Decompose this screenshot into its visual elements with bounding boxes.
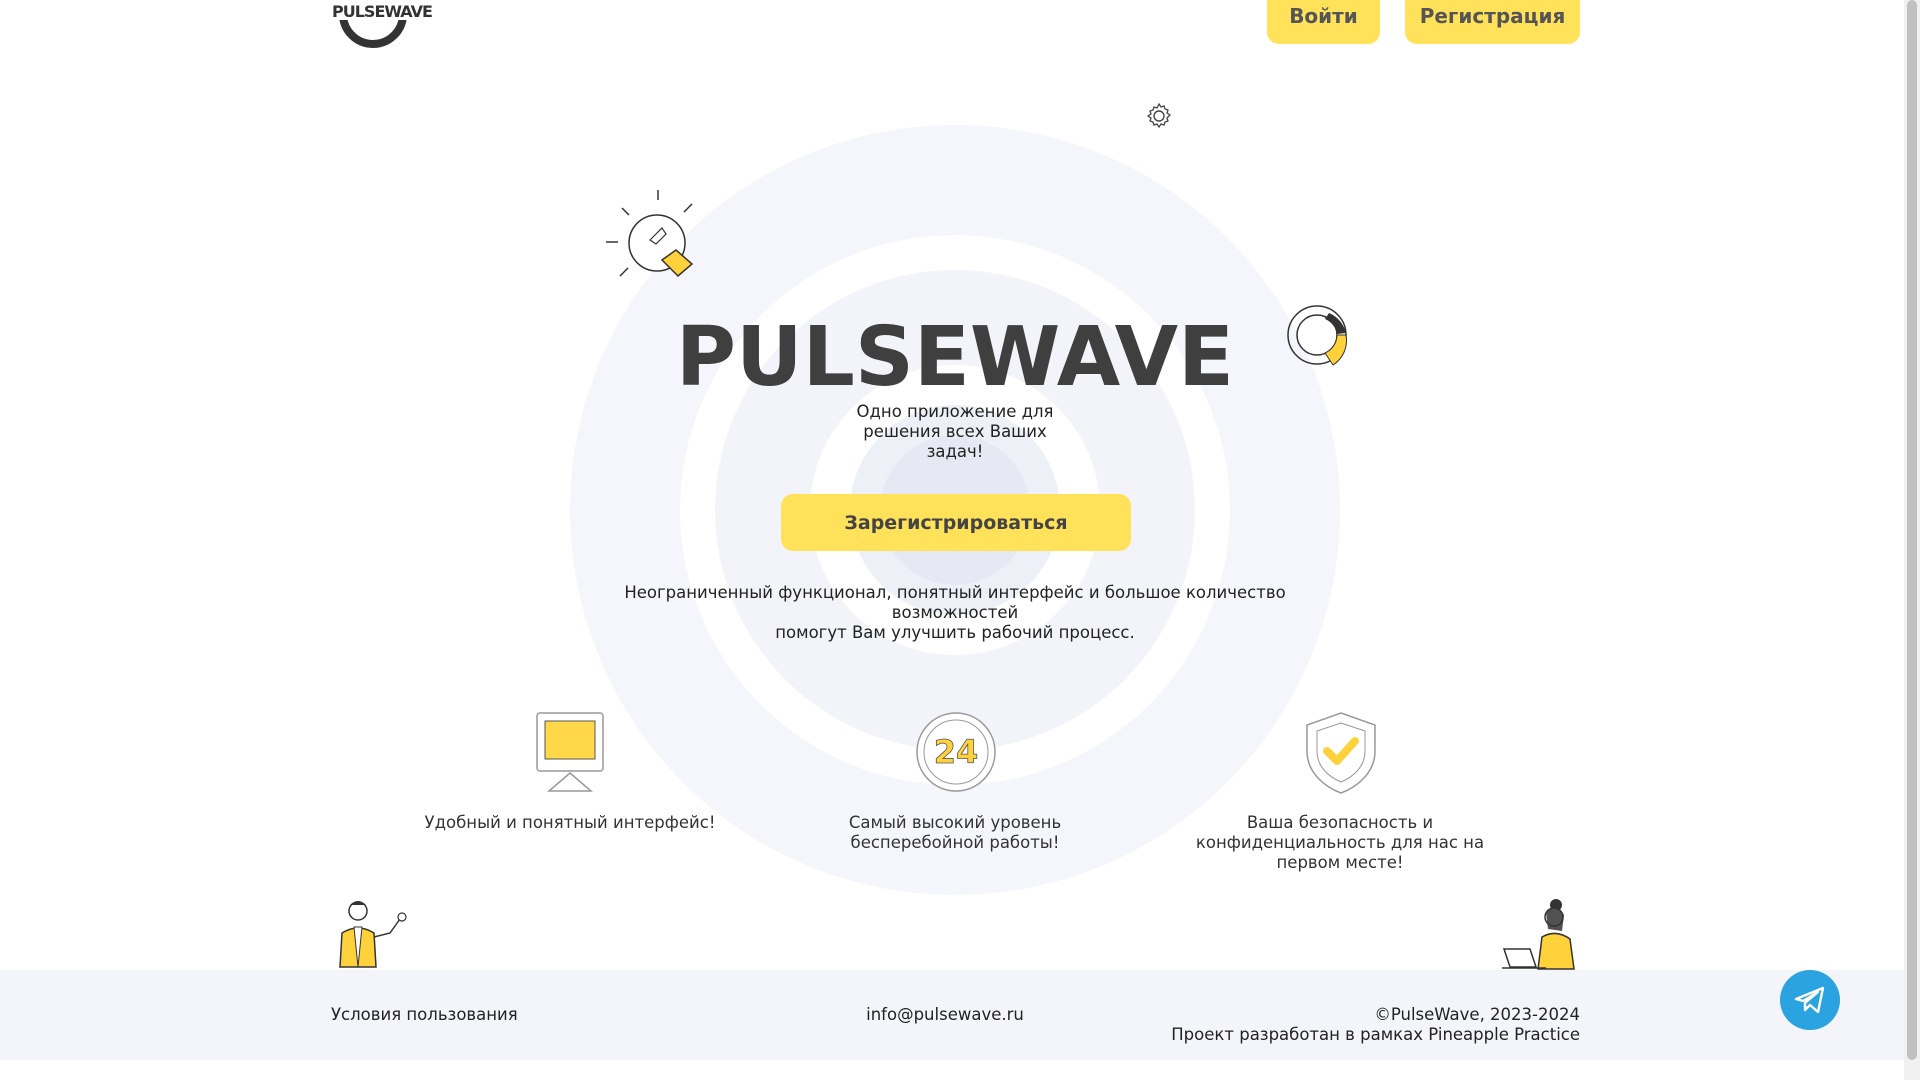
feature-interface-label: Удобный и понятный интерфейс! [420,813,720,833]
feature-security-label: Ваша безопасность и конфиденциальность д… [1190,813,1490,873]
monitor-icon [536,712,604,792]
feature-text-line: Ваша безопасность и [1246,813,1434,832]
feature-text-line: Удобный и понятный интерфейс! [424,813,716,832]
scrollbar-thumb[interactable] [1907,0,1917,1060]
cta-register-button[interactable]: Зарегистрироваться [781,494,1131,551]
terms-link[interactable]: Условия пользования [331,1005,518,1024]
email-link[interactable]: info@pulsewave.ru [795,1005,1095,1024]
man-waving-illustration [339,901,407,968]
gear-icon [1146,102,1172,129]
feature-text-line: Самый высокий уровень [848,813,1062,832]
lightbulb-icon [606,190,694,278]
description-line: помогут Вам улучшить рабочий процесс. [775,623,1135,642]
logo-text: PULSEWAVE [332,2,433,21]
hero-title: PULSEWAVE [675,310,1235,405]
hero-subtitle-line: решения всех Ваших [863,422,1047,441]
copyright-block: ©PulseWave, 2023-2024 Проект разработан … [1100,1005,1580,1045]
24-hours-icon: 24 [916,712,996,792]
24-badge-text: 24 [934,733,979,771]
description-line: возможностей [891,603,1019,622]
feature-uptime-label: Самый высокий уровень бесперебойной рабо… [805,813,1105,853]
hero-subtitle-line: Одно приложение для [856,402,1054,421]
feature-text-line: конфиденциальность для нас на [1195,833,1485,852]
copyright-text: ©PulseWave, 2023-2024 [1374,1005,1580,1024]
register-button[interactable]: Регистрация [1405,0,1580,44]
hero-subtitle-line: задач! [926,442,984,461]
description-line: Неограниченный функционал, понятный инте… [624,583,1286,602]
page-scrollbar[interactable] [1904,0,1920,1080]
login-button[interactable]: Войти [1267,0,1380,44]
feature-text-line: бесперебойной работы! [850,833,1060,852]
woman-laptop-illustration [1502,899,1575,970]
shield-check-icon [1306,712,1376,794]
telegram-icon [1794,986,1825,1014]
hero-subtitle: Одно приложение для решения всех Ваших з… [805,402,1105,462]
feature-text-line: первом месте! [1276,853,1404,872]
credit-text: Проект разработан в рамках Pineapple Pra… [1171,1025,1580,1044]
hero-description: Неограниченный функционал, понятный инте… [605,583,1305,643]
telegram-button[interactable] [1780,970,1840,1030]
logo[interactable]: PULSEWAVE [332,0,433,52]
